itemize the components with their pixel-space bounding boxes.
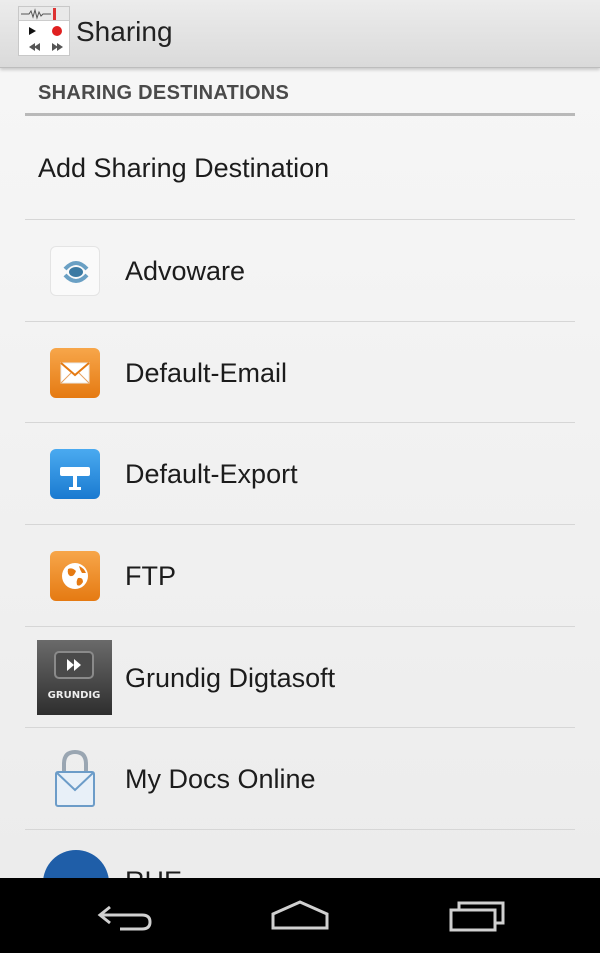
grundig-logo-icon: GRUNDIG — [37, 639, 112, 715]
back-icon[interactable] — [90, 898, 160, 934]
section-header: SHARING DESTINATIONS — [25, 68, 575, 116]
home-icon[interactable] — [265, 898, 335, 934]
waveform-strip — [19, 7, 69, 21]
add-sharing-destination-button[interactable]: Add Sharing Destination — [25, 119, 575, 220]
list-item-grundig-digtasoft[interactable]: GRUNDIG Grundig Digtasoft — [25, 627, 575, 729]
section-header-label: SHARING DESTINATIONS — [38, 82, 290, 104]
list-item-label: My Docs Online — [125, 764, 316, 795]
list-item-label: RHE — [125, 866, 182, 878]
navigation-bar — [0, 878, 600, 953]
lock-envelope-icon — [50, 746, 100, 810]
export-icon — [50, 449, 100, 500]
list-item-my-docs-online[interactable]: My Docs Online — [25, 728, 575, 831]
add-sharing-destination-label: Add Sharing Destination — [38, 153, 330, 183]
list-item-label: Default-Export — [125, 459, 298, 490]
recents-icon[interactable] — [445, 898, 515, 934]
recorder-app-icon[interactable] — [18, 6, 70, 56]
action-bar: Sharing — [0, 0, 600, 68]
list-item-default-export[interactable]: Default-Export — [25, 423, 575, 526]
list-item-label: Grundig Digtasoft — [125, 662, 336, 693]
svg-text:GRUNDIG: GRUNDIG — [48, 690, 101, 701]
advoware-logo-icon — [50, 246, 100, 296]
list-item-label: Default-Email — [125, 357, 288, 388]
rhe-logo-icon — [43, 850, 109, 878]
list-item-label: Advoware — [125, 256, 246, 286]
list-item-default-email[interactable]: Default-Email — [25, 322, 575, 424]
envelope-icon — [50, 347, 100, 398]
page-title: Sharing — [76, 16, 173, 47]
list-item-ftp[interactable]: FTP — [25, 525, 575, 627]
destination-list: Advoware Default-Email Default-Export FT… — [25, 220, 575, 878]
settings-content[interactable]: SHARING DESTINATIONS Add Sharing Destina… — [0, 68, 600, 878]
list-item-advoware[interactable]: Advoware — [25, 220, 575, 322]
globe-icon — [50, 551, 100, 602]
list-item-rhe[interactable]: RHE — [25, 830, 575, 878]
list-item-label: FTP — [125, 561, 176, 592]
